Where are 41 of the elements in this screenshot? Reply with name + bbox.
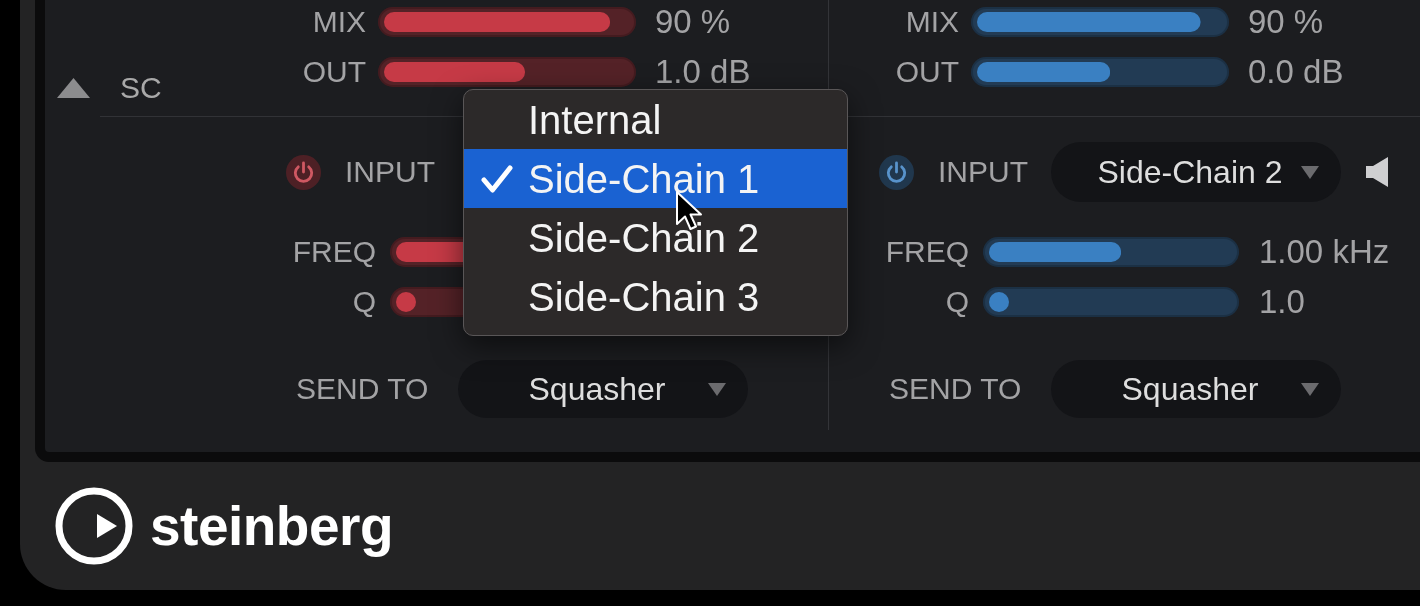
send-dropdown[interactable]: Squasher (1051, 360, 1341, 418)
menu-item[interactable]: Side-Chain 1 (464, 149, 847, 208)
caret-icon (1301, 165, 1319, 179)
play-circle-icon (55, 487, 133, 565)
slider-label: MIX (905, 7, 959, 37)
menu-item[interactable]: Internal (464, 90, 847, 149)
slider-track[interactable] (971, 7, 1229, 37)
caret-icon (708, 382, 726, 396)
slider-label: OUT (302, 57, 366, 87)
slider-track[interactable] (378, 57, 636, 87)
field-label: SEND TO (296, 372, 429, 405)
menu-item[interactable]: Side-Chain 2 (464, 208, 847, 267)
value-readout: 90 % (655, 6, 731, 38)
slider-label: MIX (312, 7, 366, 37)
power-icon[interactable] (879, 154, 914, 190)
caret-icon (1301, 382, 1319, 396)
value-readout: 1.0 dB (655, 56, 751, 88)
menu-item[interactable]: Side-Chain 3 (464, 267, 847, 326)
send-dropdown[interactable]: Squasher (458, 360, 748, 418)
slider-label: FREQ (292, 237, 376, 267)
section-label: SC (120, 73, 162, 103)
checkmark-icon (480, 163, 514, 194)
slider-track[interactable] (378, 7, 636, 37)
value-readout: 1.0 (1259, 286, 1305, 318)
power-icon[interactable] (286, 154, 321, 190)
input-dropdown[interactable]: Side-Chain 2 (1051, 142, 1341, 202)
value-readout: 1.00 kHz (1259, 236, 1390, 268)
value-readout: 0.0 dB (1248, 56, 1344, 88)
slider-label: Q (945, 287, 969, 317)
slider-track[interactable] (983, 237, 1239, 267)
field-label: SEND TO (889, 372, 1022, 405)
speaker-icon[interactable] (1366, 157, 1390, 187)
field-label: INPUT (938, 155, 1028, 188)
triangle-icon[interactable] (57, 78, 90, 98)
field-label: INPUT (345, 155, 435, 188)
slider-label: OUT (895, 57, 959, 87)
slider-label: Q (352, 287, 376, 317)
slider-track[interactable] (971, 57, 1229, 87)
slider-label: FREQ (885, 237, 969, 267)
value-readout: 90 % (1248, 6, 1324, 38)
slider-track[interactable] (983, 287, 1239, 317)
